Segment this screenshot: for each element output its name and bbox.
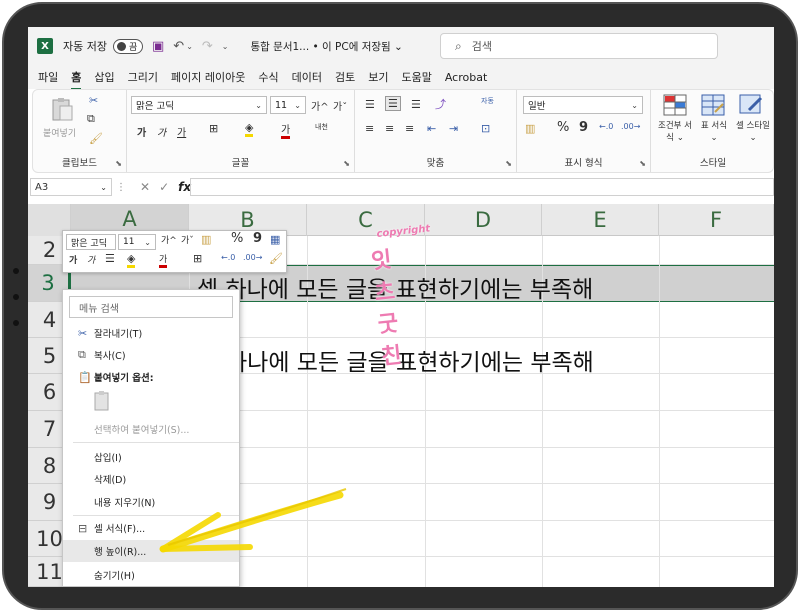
bezel-dot: [13, 268, 19, 274]
bezel-dot: [13, 294, 19, 300]
excel-window: X 자동 저장 끔 ▣ ↶ ⌄ ↷ ⌄ 통합 문서1... • 이 PC에 저장…: [28, 27, 774, 587]
highlight-arrow: [159, 488, 347, 553]
tablet-frame: X 자동 저장 끔 ▣ ↶ ⌄ ↷ ⌄ 통합 문서1... • 이 PC에 저장…: [0, 0, 800, 613]
bezel-dot: [13, 320, 19, 326]
